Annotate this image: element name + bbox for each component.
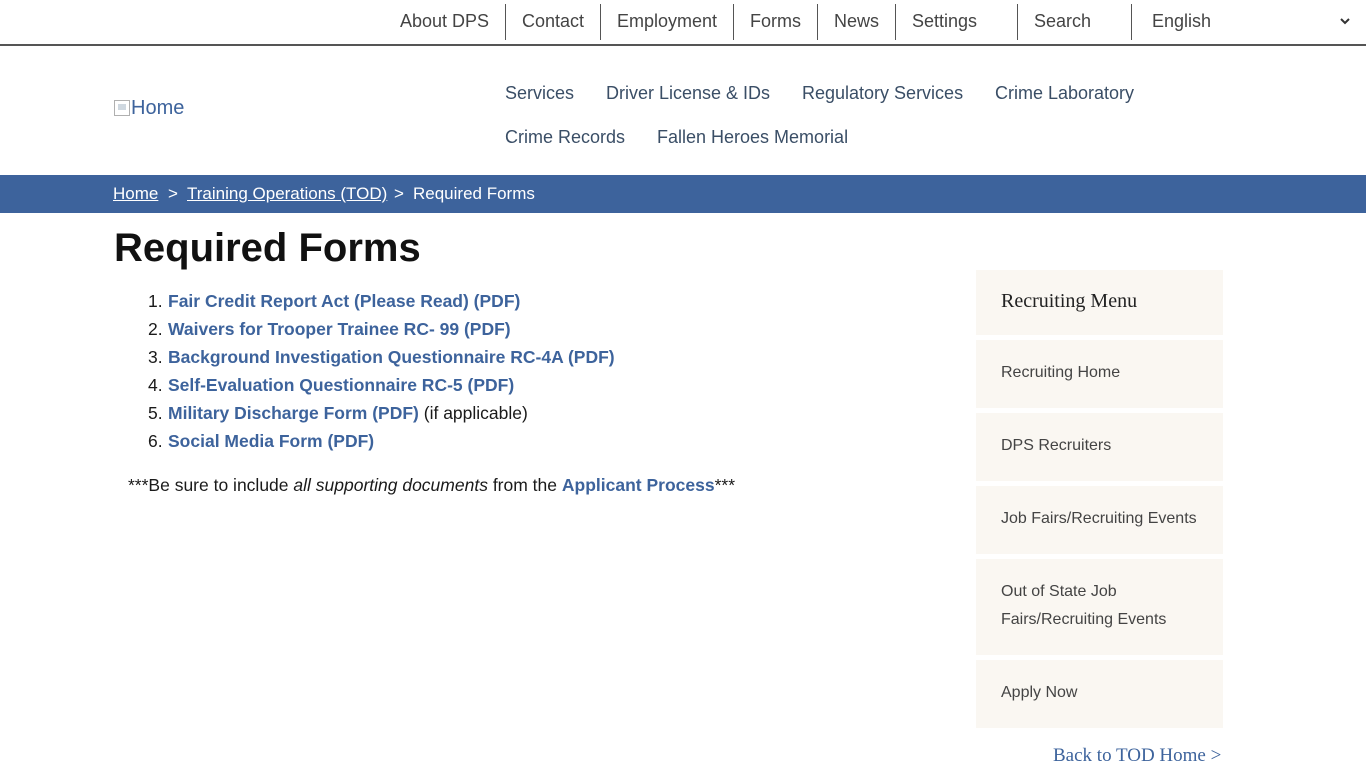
form-link-social-media[interactable]: Social Media Form (PDF) <box>168 431 374 451</box>
note-suffix: *** <box>714 475 736 495</box>
main-nav-crime-laboratory[interactable]: Crime Laboratory <box>995 82 1134 104</box>
divider <box>1131 4 1132 40</box>
form-link-self-evaluation[interactable]: Self-Evaluation Questionnaire RC-5 (PDF) <box>168 375 514 395</box>
form-link-background-investigation[interactable]: Background Investigation Questionnaire R… <box>168 347 615 367</box>
breadcrumb-separator: > <box>168 184 178 203</box>
logo-alt-text: Home <box>131 97 185 119</box>
top-nav-contact[interactable]: Contact <box>522 0 584 40</box>
breadcrumb-current: Required Forms <box>413 184 535 203</box>
language-select-value: English <box>1152 11 1212 31</box>
note-prefix: ***Be sure to include <box>128 475 294 495</box>
sidebar-item-job-fairs[interactable]: Job Fairs/Recruiting Events <box>976 486 1223 554</box>
sidebar-item-apply-now[interactable]: Apply Now <box>976 660 1223 728</box>
divider <box>895 4 896 40</box>
language-select[interactable]: English <box>1152 0 1352 40</box>
form-link-fair-credit[interactable]: Fair Credit Report Act (Please Read) (PD… <box>168 291 520 311</box>
main-nav-fallen-heroes[interactable]: Fallen Heroes Memorial <box>657 126 848 148</box>
divider <box>817 4 818 40</box>
back-to-tod-home-link[interactable]: Back to TOD Home > <box>1053 745 1221 767</box>
list-number: 3. <box>148 347 163 367</box>
sidebar-item-dps-recruiters[interactable]: DPS Recruiters <box>976 413 1223 481</box>
list-item: 5. Military Discharge Form (PDF) (if appl… <box>148 401 615 429</box>
list-item: 2. Waivers for Trooper Trainee RC- 99 (PD… <box>148 317 615 345</box>
list-item: 4. Self-Evaluation Questionnaire RC-5 (PD… <box>148 373 615 401</box>
applicant-process-link[interactable]: Applicant Process <box>562 475 715 495</box>
note-emphasis: all supporting documents <box>293 475 488 495</box>
divider <box>1017 4 1018 40</box>
sidebar-item-recruiting-home[interactable]: Recruiting Home <box>976 340 1223 408</box>
main-nav-services[interactable]: Services <box>505 82 574 104</box>
form-suffix: (if applicable) <box>418 403 528 423</box>
divider <box>733 4 734 40</box>
recruiting-menu-title: Recruiting Menu <box>1001 290 1138 312</box>
top-nav-settings[interactable]: Settings <box>912 0 977 40</box>
form-link-waivers[interactable]: Waivers for Trooper Trainee RC- 99 (PDF) <box>168 319 511 339</box>
supporting-documents-note: ***Be sure to include all supporting doc… <box>128 474 735 496</box>
list-item: 6. Social Media Form (PDF) <box>148 429 615 457</box>
breadcrumb-training-operations[interactable]: Training Operations (TOD) <box>187 184 387 204</box>
breadcrumb-separator: > <box>394 184 404 203</box>
top-nav-employment[interactable]: Employment <box>617 0 717 40</box>
forms-list: 1. Fair Credit Report Act (Please Read) (… <box>148 289 615 457</box>
utility-bar: About DPS Contact Employment Forms News … <box>0 0 1366 46</box>
main-nav-driver-license[interactable]: Driver License & IDs <box>606 82 770 104</box>
list-number: 2. <box>148 319 163 339</box>
top-nav-search[interactable]: Search <box>1034 0 1091 40</box>
main-nav-regulatory-services[interactable]: Regulatory Services <box>802 82 963 104</box>
divider <box>600 4 601 40</box>
breadcrumb: Home > Training Operations (TOD) > Requi… <box>0 175 1366 213</box>
broken-image-icon <box>114 100 130 116</box>
breadcrumb-home[interactable]: Home <box>113 184 158 204</box>
list-item: 1. Fair Credit Report Act (Please Read) (… <box>148 289 615 317</box>
note-middle: from the <box>487 475 562 495</box>
list-item: 3. Background Investigation Questionnaire… <box>148 345 615 373</box>
list-number: 5. <box>148 403 163 423</box>
top-nav-forms[interactable]: Forms <box>750 0 801 40</box>
chevron-down-icon <box>1338 0 1352 58</box>
form-link-military-discharge[interactable]: Military Discharge Form (PDF) <box>168 403 419 423</box>
divider <box>505 4 506 40</box>
list-number: 6. <box>148 431 163 451</box>
main-nav-crime-records[interactable]: Crime Records <box>505 126 625 148</box>
top-nav-news[interactable]: News <box>834 0 879 40</box>
sidebar-item-out-of-state-job-fairs[interactable]: Out of State Job Fairs/Recruiting Events <box>976 559 1223 655</box>
recruiting-menu-header: Recruiting Menu <box>976 270 1223 335</box>
list-number: 4. <box>148 375 163 395</box>
top-nav-about-dps[interactable]: About DPS <box>400 0 489 40</box>
page-title: Required Forms <box>114 226 421 270</box>
list-number: 1. <box>148 291 163 311</box>
home-logo-link[interactable]: Home <box>114 97 184 120</box>
